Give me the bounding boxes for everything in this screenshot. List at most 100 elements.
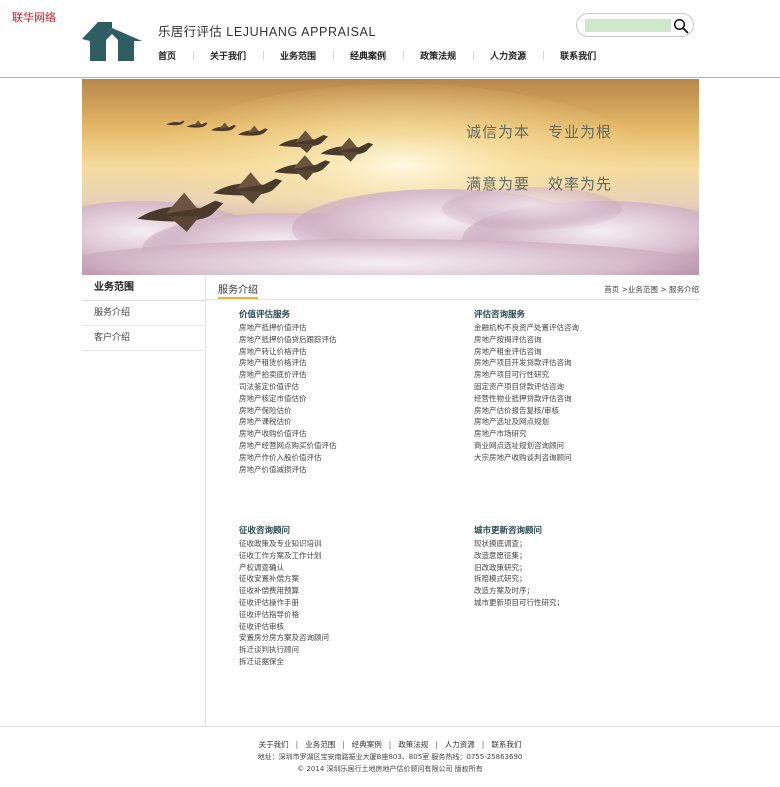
- brand-name-en: LEJUHANG APPRAISAL: [226, 25, 377, 39]
- search-input[interactable]: [585, 19, 671, 32]
- service-item[interactable]: 房地产抵押价值评估: [239, 322, 439, 334]
- service-item[interactable]: 固定资产项目贷款评估咨询: [474, 381, 674, 393]
- nav-home[interactable]: 首页: [158, 49, 193, 62]
- service-item[interactable]: 房地产作价入股价值评估: [239, 452, 439, 464]
- breadcrumb-current[interactable]: 服务介绍: [669, 285, 699, 294]
- nav-contact[interactable]: 联系我们: [543, 49, 613, 62]
- service-item[interactable]: 房地产按揭评估咨询: [474, 334, 674, 346]
- footer-links: 关于我们 | 业务范围 | 经典案例 | 政策法规 | 人力资源 | 联系我们: [0, 739, 780, 750]
- service-group-valuation: 价值评估服务 房地产抵押价值评估 房地产抵押价值贷后跟踪评估 房地产转让价格评估 房地…: [239, 309, 439, 475]
- brand-name-cn: 乐居行评估: [158, 24, 223, 39]
- service-group-consulting: 评估咨询服务 金融机构不良资产处置评估咨询 房地产按揭评估咨询 房地产租金评估咨询房…: [474, 309, 674, 464]
- service-item[interactable]: 房地产抵押价值贷后跟踪评估: [239, 334, 439, 346]
- service-item[interactable]: 房地产选址及网点规划: [474, 416, 674, 428]
- service-item[interactable]: 房地产核定市值估价: [239, 393, 439, 405]
- service-item[interactable]: 房地产市场研究: [474, 428, 674, 440]
- service-item[interactable]: 金融机构不良资产处置评估咨询: [474, 322, 674, 334]
- footer-divider: [0, 726, 780, 727]
- footer-separator: |: [388, 740, 392, 749]
- service-item[interactable]: 房地产项目开发贷款评估咨询: [474, 357, 674, 369]
- service-item[interactable]: 房地产拍卖底价评估: [239, 369, 439, 381]
- sidebar-item-service[interactable]: 服务介绍: [82, 301, 205, 326]
- footer-link-policy[interactable]: 政策法规: [398, 740, 428, 749]
- service-item[interactable]: 拆赔模式研究；: [474, 573, 674, 585]
- group-title: 城市更新咨询顾问: [474, 526, 543, 536]
- service-item[interactable]: 房地产课税估价: [239, 416, 439, 428]
- group-title: 评估咨询服务: [474, 310, 526, 320]
- service-item[interactable]: 城市更新项目可行性研究；: [474, 597, 674, 609]
- service-item[interactable]: 房地产租金评估咨询: [474, 346, 674, 358]
- footer-separator: |: [295, 740, 299, 749]
- house-logo-icon[interactable]: [82, 19, 142, 61]
- service-item[interactable]: 征收政策及专业知识培训: [239, 538, 439, 550]
- group-list: 金融机构不良资产处置评估咨询 房地产按揭评估咨询 房地产租金评估咨询 房地产项目开发贷…: [474, 322, 674, 464]
- banner-slogan: 专业为根: [548, 123, 613, 141]
- nav-policy[interactable]: 政策法规: [403, 49, 473, 62]
- service-item[interactable]: 房地产保险估价: [239, 405, 439, 417]
- service-item[interactable]: 房地产租赁价格评估: [239, 357, 439, 369]
- service-item[interactable]: 司法鉴定价值评估: [239, 381, 439, 393]
- group-title: 征收咨询顾问: [239, 526, 291, 536]
- footer-separator: |: [435, 740, 438, 749]
- nav-about[interactable]: 关于我们: [193, 49, 263, 62]
- footer-link-contact[interactable]: 联系我们: [491, 740, 521, 749]
- service-item[interactable]: 产权调查确认: [239, 562, 439, 574]
- service-item[interactable]: 安置房分房方案及咨询顾问: [239, 632, 439, 644]
- main-nav: 首页 关于我们 业务范围 经典案例 政策法规 人力资源 联系我们: [158, 48, 613, 62]
- service-group-expropriation: 征收咨询顾问 征收政策及专业知识培训 征收工作方案及工作计划 产权调查确认 征收安置补…: [239, 525, 439, 668]
- group-list: 征收政策及专业知识培训 征收工作方案及工作计划 产权调查确认 征收安置补偿方案 征收补偿…: [239, 538, 439, 668]
- footer-separator: |: [342, 740, 345, 749]
- footer-address: 地址：深圳市罗湖区宝安南路振业大厦B座803、805室 服务热线：0755-25…: [257, 753, 523, 761]
- service-item[interactable]: 房地产转让价格评估: [239, 346, 439, 358]
- footer-copyright: © 2014 深圳乐居行土地房地产估价顾问有限公司 版权所有: [297, 765, 483, 773]
- search-box: [576, 13, 694, 37]
- banner-slogan: 诚信为本: [466, 123, 531, 141]
- service-item[interactable]: 征收评估审核: [239, 621, 439, 633]
- service-item[interactable]: 经营性物业抵押贷款评估咨询: [474, 393, 674, 405]
- service-item[interactable]: 征收安置补偿方案: [239, 573, 439, 585]
- service-item[interactable]: 房地产收购价值评估: [239, 428, 439, 440]
- content-title: 服务介绍: [218, 285, 258, 296]
- sidebar-item-clients[interactable]: 客户介绍: [82, 326, 205, 351]
- search-icon[interactable]: [673, 18, 689, 34]
- footer-link-about[interactable]: 关于我们: [259, 740, 289, 749]
- service-item[interactable]: 征收补偿费用预算: [239, 585, 439, 597]
- banner-slogan: 满意为要: [466, 175, 531, 193]
- service-item[interactable]: 现状摸底调查；: [474, 538, 674, 550]
- service-item[interactable]: 商业网点选址规划咨询顾问: [474, 440, 674, 452]
- nav-business[interactable]: 业务范围: [263, 49, 333, 62]
- group-list: 现状摸底调查； 改造意愿征集； 旧改政策研究； 拆赔模式研究； 改造方案及时序； 城市更新…: [474, 538, 674, 609]
- service-item[interactable]: 房地产项目可行性研究: [474, 369, 674, 381]
- service-item[interactable]: 征收评估指导价格: [239, 609, 439, 621]
- service-item[interactable]: 改造意愿征集；: [474, 550, 674, 562]
- nav-cases[interactable]: 经典案例: [333, 49, 403, 62]
- service-item[interactable]: 征收工作方案及工作计划: [239, 550, 439, 562]
- service-group-urban-renewal: 城市更新咨询顾问 现状摸底调查； 改造意愿征集； 旧改政策研究； 拆赔模式研究； 改造方…: [474, 525, 674, 609]
- brand-title: 乐居行评估 LEJUHANG APPRAISAL: [158, 21, 376, 40]
- service-item[interactable]: 大宗房地产收购谈判咨询顾问: [474, 452, 674, 464]
- service-item[interactable]: 旧改政策研究；: [474, 562, 674, 574]
- footer-link-cases[interactable]: 经典案例: [352, 740, 382, 749]
- footer-link-business[interactable]: 业务范围: [305, 740, 335, 749]
- service-item[interactable]: 改造方案及时序；: [474, 585, 674, 597]
- service-item[interactable]: 拆迁谈判执行顾问: [239, 644, 439, 656]
- service-item[interactable]: 房地产估价报告复核/审核: [474, 405, 674, 417]
- footer-link-hr[interactable]: 人力资源: [445, 740, 475, 749]
- service-item[interactable]: 征收评估操作手册: [239, 597, 439, 609]
- site-badge[interactable]: 联华网络: [12, 9, 56, 25]
- service-item[interactable]: 房地产价值减损评估: [239, 464, 439, 476]
- breadcrumb-separator: >: [660, 285, 667, 294]
- column-divider: [205, 275, 206, 726]
- banner-slogan: 效率为先: [548, 175, 613, 193]
- service-item[interactable]: 拆迁证据保全: [239, 656, 439, 668]
- group-title: 价值评估服务: [239, 310, 291, 320]
- footer-separator: |: [481, 740, 485, 749]
- nav-hr[interactable]: 人力资源: [473, 49, 543, 62]
- group-list: 房地产抵押价值评估 房地产抵押价值贷后跟踪评估 房地产转让价格评估 房地产租赁价格评估…: [239, 322, 439, 475]
- breadcrumb-home[interactable]: 首页: [604, 285, 619, 294]
- hero-banner: 诚信为本 专业为根 满意为要 效率为先: [82, 79, 699, 275]
- breadcrumb-business[interactable]: >业务范围: [622, 285, 658, 294]
- service-item[interactable]: 房地产经营网点购买价值评估: [239, 440, 439, 452]
- breadcrumb: 首页 >业务范围 > 服务介绍: [604, 284, 699, 295]
- sidebar-title: 业务范围: [82, 275, 205, 301]
